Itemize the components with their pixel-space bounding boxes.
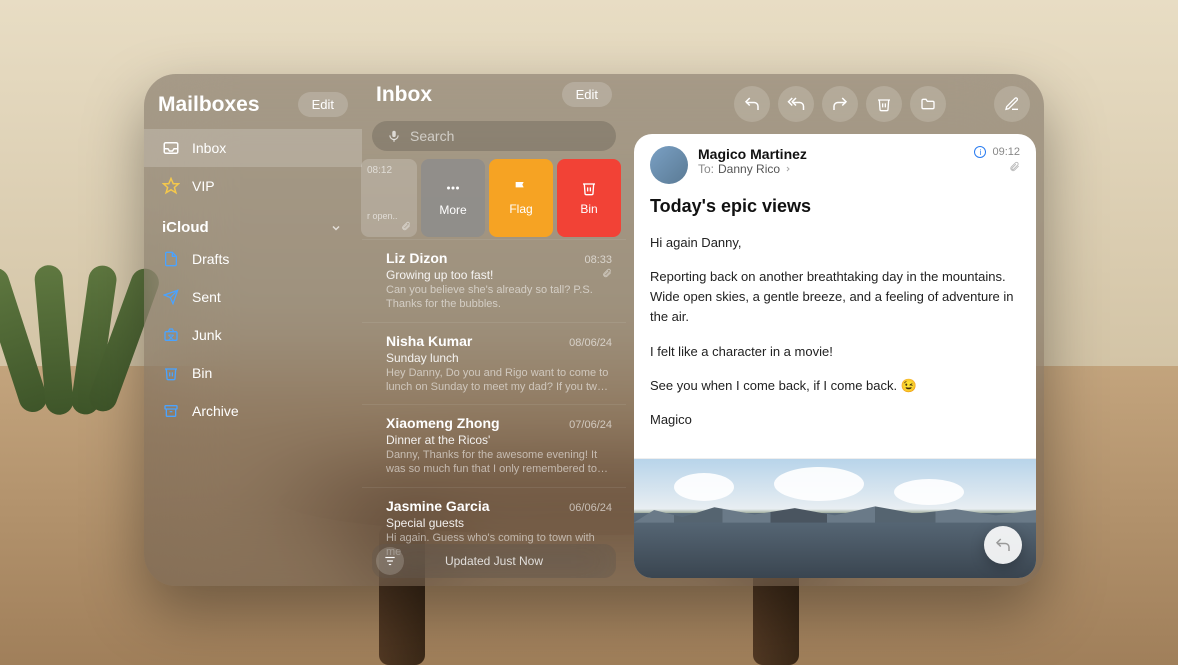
info-icon[interactable]: i bbox=[974, 146, 986, 158]
message-body: Hi again Danny, Reporting back on another… bbox=[634, 227, 1036, 458]
sidebar-item-label: Inbox bbox=[192, 140, 226, 156]
message-row[interactable]: Nisha Kumar 08/06/24 Sunday lunchHey Danny… bbox=[362, 322, 626, 405]
message-time: 08:33 bbox=[584, 254, 612, 266]
message-subject: Growing up too fast! bbox=[386, 268, 612, 282]
status-text: Updated Just Now bbox=[445, 554, 543, 568]
inbox-title: Inbox bbox=[376, 83, 432, 107]
message-time: 08/06/24 bbox=[569, 337, 612, 349]
message-list: Inbox Edit 08:12 r open.. More bbox=[362, 74, 626, 586]
mic-icon bbox=[386, 128, 402, 144]
sidebar-item-label: Archive bbox=[192, 403, 239, 419]
status-bar: Updated Just Now bbox=[372, 544, 616, 578]
mailboxes-sidebar: Mailboxes Edit Inbox VIP iCloud Dra bbox=[144, 74, 362, 586]
message-preview: Danny, Thanks for the awesome evening! I… bbox=[386, 448, 612, 477]
message-subject: Special guests bbox=[386, 516, 612, 530]
message-preview: Hey Danny, Do you and Rigo want to come … bbox=[386, 366, 612, 395]
body-paragraph: Reporting back on another breathtaking d… bbox=[650, 267, 1020, 327]
sidebar-item-archive[interactable]: Archive bbox=[144, 392, 362, 430]
sidebar-item-drafts[interactable]: Drafts bbox=[144, 240, 362, 278]
sidebar-item-junk[interactable]: Junk bbox=[144, 316, 362, 354]
sidebar-item-vip[interactable]: VIP bbox=[144, 167, 362, 205]
paperclip-icon bbox=[1009, 161, 1020, 172]
sidebar-item-label: Sent bbox=[192, 289, 221, 305]
body-paragraph: See you when I come back, if I come back… bbox=[650, 376, 1020, 396]
message-toolbar bbox=[734, 86, 1030, 122]
message-from: Liz Dizon bbox=[386, 250, 447, 266]
inbox-edit-button[interactable]: Edit bbox=[562, 82, 612, 107]
sidebar-item-label: Junk bbox=[192, 327, 222, 343]
message-time: 06/06/24 bbox=[569, 502, 612, 514]
message-preview: Can you believe she's already so tall? P… bbox=[386, 283, 612, 312]
swiped-message-row: 08:12 r open.. More Flag Bin bbox=[361, 157, 626, 239]
message-time: 07/06/24 bbox=[569, 419, 612, 431]
sender-name: Magico Martinez bbox=[698, 146, 964, 162]
quick-reply-button[interactable] bbox=[984, 526, 1022, 564]
swipe-more-button[interactable]: More bbox=[421, 159, 485, 237]
message-subject: Today's epic views bbox=[634, 192, 1036, 227]
reader-pane: Magico Martinez To: Danny Rico i 09:12 bbox=[634, 134, 1036, 578]
star-icon bbox=[162, 177, 180, 195]
junkbox-icon bbox=[162, 326, 180, 344]
recipient-row[interactable]: To: Danny Rico bbox=[698, 162, 964, 176]
sidebar-item-sent[interactable]: Sent bbox=[144, 278, 362, 316]
sidebar-item-bin[interactable]: Bin bbox=[144, 354, 362, 392]
sidebar-item-inbox[interactable]: Inbox bbox=[144, 129, 362, 167]
chevron-down-icon[interactable] bbox=[328, 220, 344, 236]
message-subject: Dinner at the Ricos' bbox=[386, 433, 612, 447]
message-row[interactable]: Liz Dizon 08:33 Growing up too fast!Can yo… bbox=[362, 239, 626, 322]
message-row[interactable]: Xiaomeng Zhong 07/06/24 Dinner at the Rico… bbox=[362, 404, 626, 487]
compose-button[interactable] bbox=[994, 86, 1030, 122]
swipe-bin-button[interactable]: Bin bbox=[557, 159, 621, 237]
swipe-flag-button[interactable]: Flag bbox=[489, 159, 553, 237]
reply-button[interactable] bbox=[734, 86, 770, 122]
sidebar-item-label: VIP bbox=[192, 178, 215, 194]
search-input[interactable] bbox=[410, 128, 602, 144]
search-field[interactable] bbox=[372, 121, 616, 151]
sidebar-item-label: Bin bbox=[192, 365, 212, 381]
mailboxes-title: Mailboxes bbox=[158, 93, 260, 117]
body-paragraph: Magico bbox=[650, 410, 1020, 430]
reply-all-button[interactable] bbox=[778, 86, 814, 122]
mail-window: Mailboxes Edit Inbox VIP iCloud Dra bbox=[144, 74, 1044, 586]
sidebar-section-icloud: iCloud bbox=[162, 219, 209, 236]
paperclip-icon bbox=[401, 221, 411, 231]
mailboxes-edit-button[interactable]: Edit bbox=[298, 92, 348, 117]
chevron-right-icon bbox=[784, 165, 792, 173]
message-attachment-image[interactable] bbox=[634, 458, 1036, 578]
paperclip-icon bbox=[602, 268, 612, 278]
body-paragraph: Hi again Danny, bbox=[650, 233, 1020, 253]
filter-button[interactable] bbox=[376, 547, 404, 575]
swiped-message-peek[interactable]: 08:12 r open.. bbox=[361, 159, 417, 237]
reader-column: Magico Martinez To: Danny Rico i 09:12 bbox=[626, 74, 1044, 586]
doc-icon bbox=[162, 250, 180, 268]
message-from: Nisha Kumar bbox=[386, 333, 472, 349]
plane-icon bbox=[162, 288, 180, 306]
forward-button[interactable] bbox=[822, 86, 858, 122]
body-paragraph: I felt like a character in a movie! bbox=[650, 342, 1020, 362]
message-from: Jasmine Garcia bbox=[386, 498, 490, 514]
move-button[interactable] bbox=[910, 86, 946, 122]
message-from: Xiaomeng Zhong bbox=[386, 415, 500, 431]
sidebar-item-label: Drafts bbox=[192, 251, 229, 267]
trash-icon bbox=[162, 364, 180, 382]
sender-avatar[interactable] bbox=[650, 146, 688, 184]
tray-icon bbox=[162, 139, 180, 157]
trash-button[interactable] bbox=[866, 86, 902, 122]
archive-icon bbox=[162, 402, 180, 420]
message-subject: Sunday lunch bbox=[386, 351, 612, 365]
message-time: 09:12 bbox=[992, 146, 1020, 158]
